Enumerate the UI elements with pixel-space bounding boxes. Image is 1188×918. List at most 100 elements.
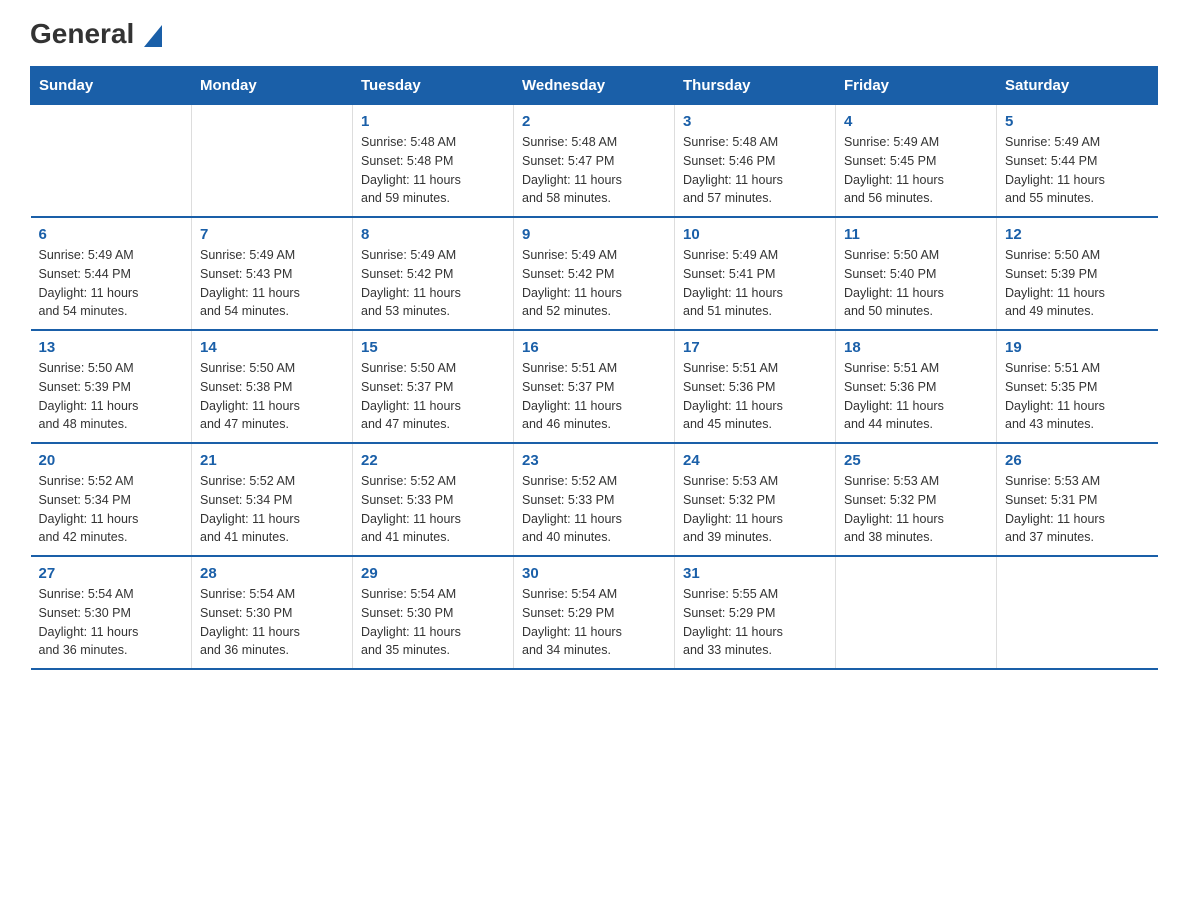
calendar-cell: 12 Sunrise: 5:50 AM Sunset: 5:39 PM Dayli… <box>997 217 1158 330</box>
day-info: Sunrise: 5:54 AM Sunset: 5:30 PM Dayligh… <box>361 585 505 660</box>
day-number: 2 <box>522 113 666 130</box>
day-info: Sunrise: 5:50 AM Sunset: 5:40 PM Dayligh… <box>844 246 988 321</box>
calendar-cell <box>31 105 192 218</box>
day-info: Sunrise: 5:53 AM Sunset: 5:32 PM Dayligh… <box>844 472 988 547</box>
calendar-cell <box>836 556 997 669</box>
day-info: Sunrise: 5:52 AM Sunset: 5:33 PM Dayligh… <box>522 472 666 547</box>
day-info: Sunrise: 5:48 AM Sunset: 5:48 PM Dayligh… <box>361 133 505 208</box>
day-info: Sunrise: 5:54 AM Sunset: 5:29 PM Dayligh… <box>522 585 666 660</box>
day-info: Sunrise: 5:51 AM Sunset: 5:37 PM Dayligh… <box>522 359 666 434</box>
calendar-cell: 30Sunrise: 5:54 AM Sunset: 5:29 PM Dayli… <box>514 556 675 669</box>
calendar-cell: 9 Sunrise: 5:49 AM Sunset: 5:42 PM Daylig… <box>514 217 675 330</box>
calendar-cell: 20 Sunrise: 5:52 AM Sunset: 5:34 PM Dayli… <box>31 443 192 556</box>
day-info: Sunrise: 5:49 AM Sunset: 5:43 PM Dayligh… <box>200 246 344 321</box>
calendar-cell: 3 Sunrise: 5:48 AM Sunset: 5:46 PM Daylig… <box>675 105 836 218</box>
day-number: 11 <box>844 226 988 243</box>
logo-general-text: General <box>30 20 162 48</box>
header-saturday: Saturday <box>997 67 1158 105</box>
calendar-cell: 5 Sunrise: 5:49 AM Sunset: 5:44 PM Daylig… <box>997 105 1158 218</box>
day-info: Sunrise: 5:50 AM Sunset: 5:37 PM Dayligh… <box>361 359 505 434</box>
calendar-cell: 18 Sunrise: 5:51 AM Sunset: 5:36 PM Dayli… <box>836 330 997 443</box>
day-number: 29 <box>361 565 505 582</box>
day-info: Sunrise: 5:54 AM Sunset: 5:30 PM Dayligh… <box>39 585 184 660</box>
day-info: Sunrise: 5:52 AM Sunset: 5:34 PM Dayligh… <box>39 472 184 547</box>
day-number: 31 <box>683 565 827 582</box>
day-info: Sunrise: 5:50 AM Sunset: 5:38 PM Dayligh… <box>200 359 344 434</box>
calendar-body: 1 Sunrise: 5:48 AM Sunset: 5:48 PM Daylig… <box>31 105 1158 670</box>
day-number: 14 <box>200 339 344 356</box>
day-number: 19 <box>1005 339 1150 356</box>
day-info: Sunrise: 5:49 AM Sunset: 5:42 PM Dayligh… <box>522 246 666 321</box>
calendar-cell: 2Sunrise: 5:48 AM Sunset: 5:47 PM Daylig… <box>514 105 675 218</box>
day-number: 23 <box>522 452 666 469</box>
calendar-cell: 27 Sunrise: 5:54 AM Sunset: 5:30 PM Dayli… <box>31 556 192 669</box>
header-sunday: Sunday <box>31 67 192 105</box>
calendar-cell: 17Sunrise: 5:51 AM Sunset: 5:36 PM Dayli… <box>675 330 836 443</box>
day-number: 9 <box>522 226 666 243</box>
calendar-cell: 16 Sunrise: 5:51 AM Sunset: 5:37 PM Dayli… <box>514 330 675 443</box>
calendar-cell: 10 Sunrise: 5:49 AM Sunset: 5:41 PM Dayli… <box>675 217 836 330</box>
header-monday: Monday <box>192 67 353 105</box>
day-info: Sunrise: 5:51 AM Sunset: 5:35 PM Dayligh… <box>1005 359 1150 434</box>
day-info: Sunrise: 5:49 AM Sunset: 5:45 PM Dayligh… <box>844 133 988 208</box>
day-info: Sunrise: 5:55 AM Sunset: 5:29 PM Dayligh… <box>683 585 827 660</box>
day-number: 24 <box>683 452 827 469</box>
day-number: 26 <box>1005 452 1150 469</box>
calendar-cell: 19 Sunrise: 5:51 AM Sunset: 5:35 PM Dayli… <box>997 330 1158 443</box>
header-tuesday: Tuesday <box>353 67 514 105</box>
calendar-cell: 21 Sunrise: 5:52 AM Sunset: 5:34 PM Dayli… <box>192 443 353 556</box>
day-info: Sunrise: 5:53 AM Sunset: 5:31 PM Dayligh… <box>1005 472 1150 547</box>
day-number: 4 <box>844 113 988 130</box>
week-row-4: 20 Sunrise: 5:52 AM Sunset: 5:34 PM Dayli… <box>31 443 1158 556</box>
calendar-cell <box>192 105 353 218</box>
day-number: 22 <box>361 452 505 469</box>
logo-triangle-icon <box>144 25 162 47</box>
day-info: Sunrise: 5:54 AM Sunset: 5:30 PM Dayligh… <box>200 585 344 660</box>
day-number: 21 <box>200 452 344 469</box>
header-thursday: Thursday <box>675 67 836 105</box>
day-number: 13 <box>39 339 184 356</box>
header-row: SundayMondayTuesdayWednesdayThursdayFrid… <box>31 67 1158 105</box>
week-row-1: 1 Sunrise: 5:48 AM Sunset: 5:48 PM Daylig… <box>31 105 1158 218</box>
day-number: 1 <box>361 113 505 130</box>
day-info: Sunrise: 5:52 AM Sunset: 5:34 PM Dayligh… <box>200 472 344 547</box>
day-number: 27 <box>39 565 184 582</box>
day-number: 18 <box>844 339 988 356</box>
day-number: 7 <box>200 226 344 243</box>
day-number: 15 <box>361 339 505 356</box>
day-number: 20 <box>39 452 184 469</box>
day-info: Sunrise: 5:49 AM Sunset: 5:41 PM Dayligh… <box>683 246 827 321</box>
week-row-2: 6 Sunrise: 5:49 AM Sunset: 5:44 PM Daylig… <box>31 217 1158 330</box>
calendar-cell: 22Sunrise: 5:52 AM Sunset: 5:33 PM Dayli… <box>353 443 514 556</box>
header-friday: Friday <box>836 67 997 105</box>
day-info: Sunrise: 5:49 AM Sunset: 5:44 PM Dayligh… <box>1005 133 1150 208</box>
calendar-cell: 6 Sunrise: 5:49 AM Sunset: 5:44 PM Daylig… <box>31 217 192 330</box>
calendar-cell: 14 Sunrise: 5:50 AM Sunset: 5:38 PM Dayli… <box>192 330 353 443</box>
day-info: Sunrise: 5:48 AM Sunset: 5:46 PM Dayligh… <box>683 133 827 208</box>
day-info: Sunrise: 5:53 AM Sunset: 5:32 PM Dayligh… <box>683 472 827 547</box>
day-number: 10 <box>683 226 827 243</box>
calendar-cell: 26 Sunrise: 5:53 AM Sunset: 5:31 PM Dayli… <box>997 443 1158 556</box>
calendar-cell <box>997 556 1158 669</box>
day-number: 3 <box>683 113 827 130</box>
calendar-cell: 29 Sunrise: 5:54 AM Sunset: 5:30 PM Dayli… <box>353 556 514 669</box>
calendar-cell: 8Sunrise: 5:49 AM Sunset: 5:42 PM Daylig… <box>353 217 514 330</box>
day-info: Sunrise: 5:50 AM Sunset: 5:39 PM Dayligh… <box>39 359 184 434</box>
calendar-cell: 28 Sunrise: 5:54 AM Sunset: 5:30 PM Dayli… <box>192 556 353 669</box>
day-number: 12 <box>1005 226 1150 243</box>
day-info: Sunrise: 5:51 AM Sunset: 5:36 PM Dayligh… <box>844 359 988 434</box>
calendar-cell: 15 Sunrise: 5:50 AM Sunset: 5:37 PM Dayli… <box>353 330 514 443</box>
calendar-cell: 1 Sunrise: 5:48 AM Sunset: 5:48 PM Daylig… <box>353 105 514 218</box>
day-number: 6 <box>39 226 184 243</box>
calendar-cell: 25Sunrise: 5:53 AM Sunset: 5:32 PM Dayli… <box>836 443 997 556</box>
day-number: 5 <box>1005 113 1150 130</box>
day-info: Sunrise: 5:49 AM Sunset: 5:44 PM Dayligh… <box>39 246 184 321</box>
calendar-cell: 31 Sunrise: 5:55 AM Sunset: 5:29 PM Dayli… <box>675 556 836 669</box>
day-info: Sunrise: 5:50 AM Sunset: 5:39 PM Dayligh… <box>1005 246 1150 321</box>
week-row-3: 13 Sunrise: 5:50 AM Sunset: 5:39 PM Dayli… <box>31 330 1158 443</box>
calendar-cell: 13 Sunrise: 5:50 AM Sunset: 5:39 PM Dayli… <box>31 330 192 443</box>
day-number: 28 <box>200 565 344 582</box>
page-header: General <box>30 20 1158 46</box>
day-number: 16 <box>522 339 666 356</box>
calendar-cell: 7 Sunrise: 5:49 AM Sunset: 5:43 PM Daylig… <box>192 217 353 330</box>
